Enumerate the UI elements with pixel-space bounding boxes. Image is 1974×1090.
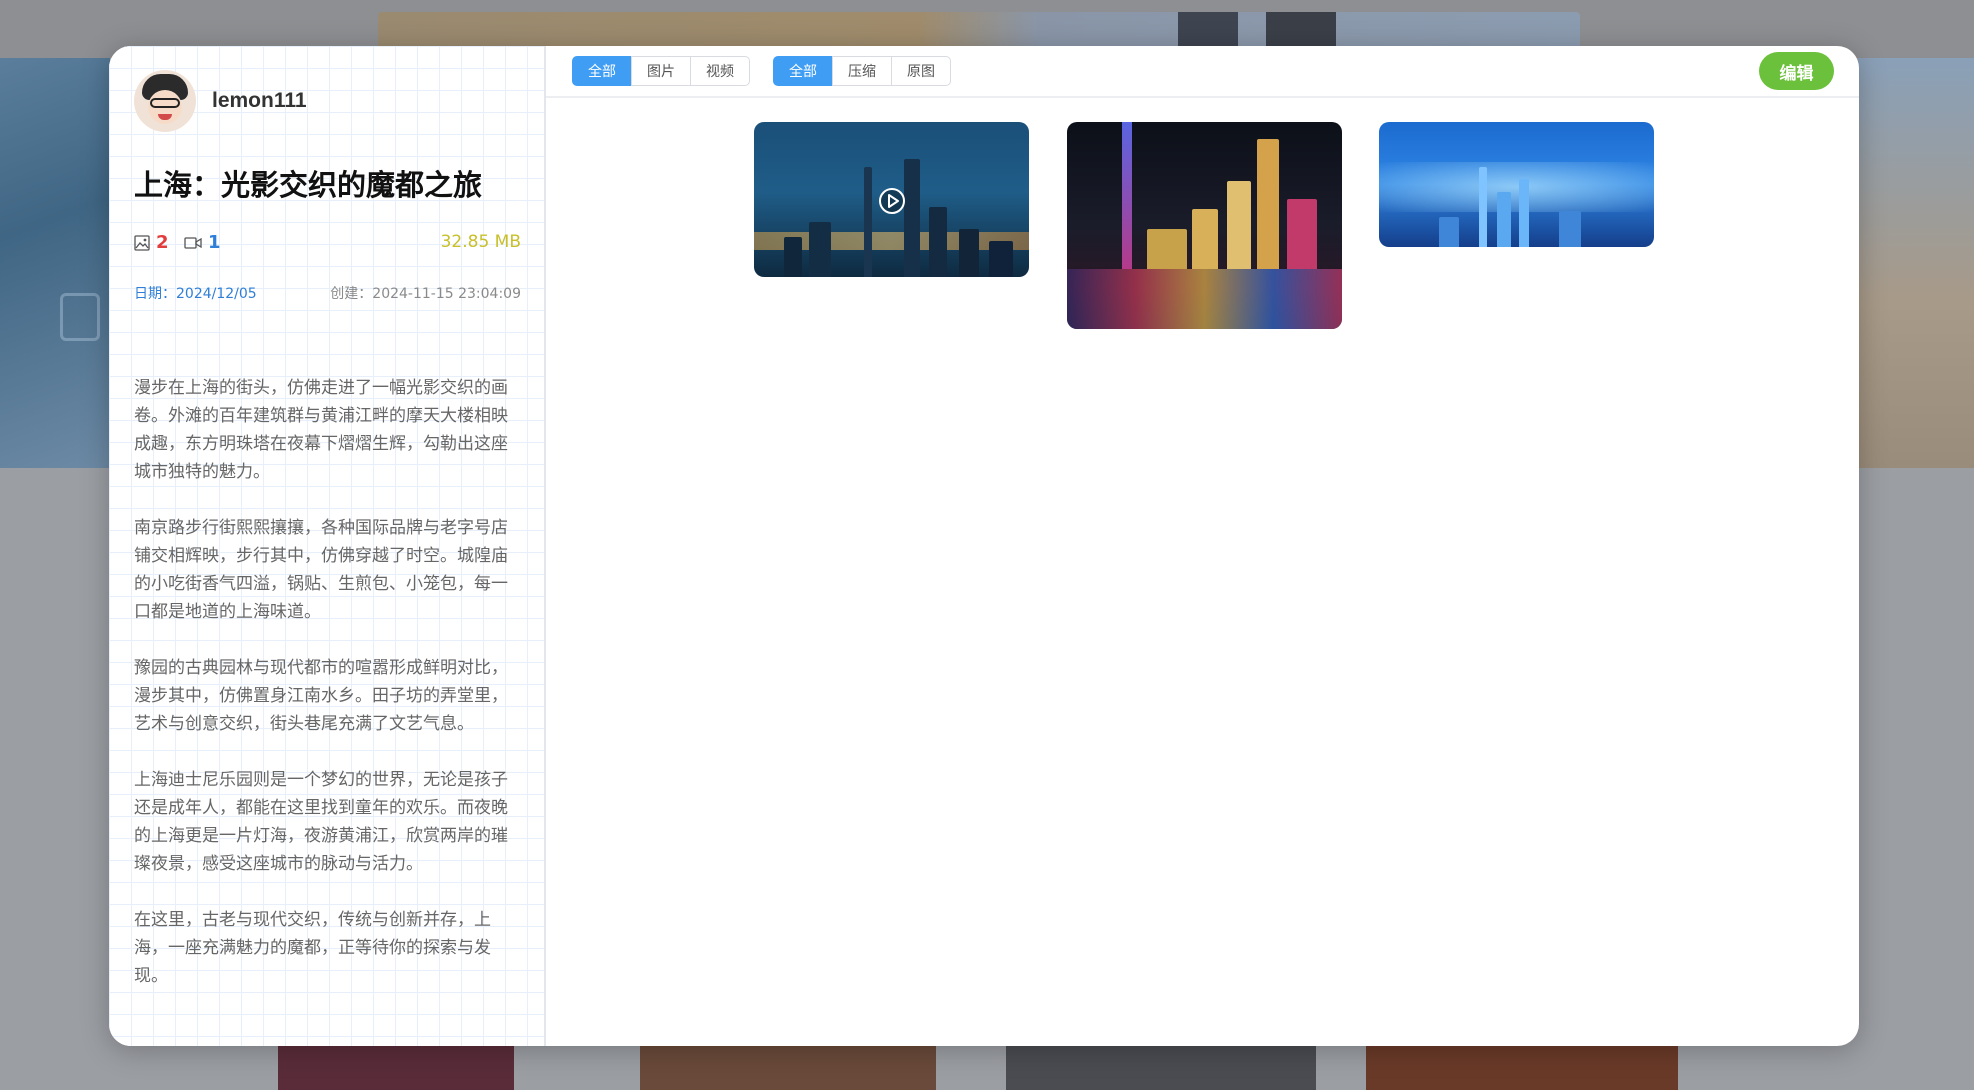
filter-quality-original[interactable]: 原图: [891, 56, 951, 86]
author-name[interactable]: lemon111: [212, 89, 307, 113]
filter-type-video[interactable]: 视频: [690, 56, 750, 86]
date-row: 日期：2024/12/05 创建：2024-11-15 23:04:09: [134, 283, 521, 303]
filter-type-image[interactable]: 图片: [631, 56, 691, 86]
author-block: lemon111: [134, 70, 307, 132]
gallery-image-thumb[interactable]: [1067, 122, 1342, 329]
image-count-stat: 2: [134, 232, 169, 253]
play-icon[interactable]: [877, 186, 907, 216]
media-type-filter: 全部 图片 视频: [572, 56, 750, 86]
image-count: 2: [156, 232, 169, 253]
description-paragraph: 在这里，古老与现代交织，传统与创新并存，上海，一座充满魅力的魔都，正等待你的探索…: [134, 910, 491, 986]
video-icon: [184, 236, 202, 249]
background-thumb: [278, 1046, 514, 1090]
created-time: 创建：2024-11-15 23:04:09: [330, 286, 521, 302]
filter-quality-all[interactable]: 全部: [773, 56, 833, 86]
gallery-toolbar: 全部 图片 视频 全部 压缩 原图 编辑: [546, 46, 1859, 98]
video-count-stat: 1: [184, 232, 221, 253]
post-title: 上海：光影交织的魔都之旅: [134, 168, 483, 202]
description-paragraph: 南京路步行街熙熙攘攘，各种国际品牌与老字号店铺交相辉映，步行其中，仿佛穿越了时空…: [134, 518, 508, 622]
post-date: 日期：2024/12/05: [134, 286, 257, 302]
avatar[interactable]: [134, 70, 196, 132]
gallery-image-thumb[interactable]: [1379, 122, 1654, 247]
description-paragraph: 上海迪士尼乐园则是一个梦幻的世界，无论是孩子还是成年人，都能在这里找到童年的欢乐…: [134, 770, 508, 874]
gallery-video-thumb[interactable]: [754, 122, 1029, 277]
filter-quality-compressed[interactable]: 压缩: [832, 56, 892, 86]
total-size: 32.85 MB: [440, 232, 521, 252]
background-thumb: [1006, 1046, 1316, 1090]
image-icon: [134, 234, 150, 251]
video-count: 1: [208, 232, 221, 253]
background-thumb: [640, 1046, 936, 1090]
media-stats: 2 1 32.85 MB: [134, 232, 521, 256]
quality-filter: 全部 压缩 原图: [773, 56, 951, 86]
filter-type-all[interactable]: 全部: [572, 56, 632, 86]
background-card-right: [1858, 58, 1974, 468]
background-card-left: [0, 58, 110, 468]
post-description: 漫步在上海的街头，仿佛走进了一幅光影交织的画卷。外滩的百年建筑群与黄浦江畔的摩天…: [134, 374, 524, 1018]
post-detail-modal: lemon111 上海：光影交织的魔都之旅 2 1 32.85 MB 日期：20…: [109, 46, 1859, 1046]
post-info-panel: lemon111 上海：光影交织的魔都之旅 2 1 32.85 MB 日期：20…: [109, 46, 546, 1046]
description-paragraph: 豫园的古典园林与现代都市的喧嚣形成鲜明对比，漫步其中，仿佛置身江南水乡。田子坊的…: [134, 658, 508, 734]
description-paragraph: 漫步在上海的街头，仿佛走进了一幅光影交织的画卷。外滩的百年建筑群与黄浦江畔的摩天…: [134, 378, 508, 482]
edit-button[interactable]: 编辑: [1759, 52, 1834, 90]
lock-icon: [60, 293, 100, 341]
background-thumb: [1366, 1046, 1678, 1090]
